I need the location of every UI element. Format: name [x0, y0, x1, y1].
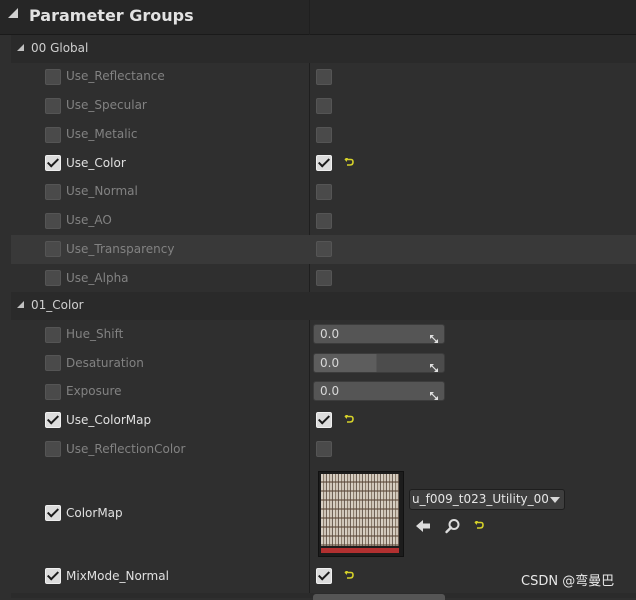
collapse-triangle-icon[interactable] — [8, 8, 18, 18]
override-checkbox[interactable] — [45, 327, 61, 343]
group-label: 01_Color — [31, 298, 84, 312]
resize-grip-icon[interactable] — [429, 386, 439, 400]
param-name: Hue_Shift — [66, 327, 124, 341]
texture-thumbnail[interactable] — [318, 471, 404, 557]
next-number-field-partial[interactable] — [313, 594, 445, 600]
number-value: 0.0 — [320, 384, 340, 398]
value-checkbox[interactable] — [316, 412, 332, 428]
watermark-text: CSDN @弯曼巴 — [521, 574, 615, 589]
resize-grip-icon[interactable] — [429, 358, 439, 372]
override-checkbox[interactable] — [45, 155, 61, 171]
find-in-browser-icon[interactable] — [444, 517, 462, 535]
value-checkbox[interactable] — [316, 241, 332, 257]
dropdown-caret-icon — [550, 497, 560, 503]
param-row-use-reflectioncolor: Use_ReflectionColor — [11, 435, 636, 464]
param-row-use-reflectance: Use_Reflectance — [11, 62, 636, 91]
group-label: 00 Global — [31, 41, 89, 55]
number-value: 0.0 — [320, 356, 340, 370]
param-row-use-ao: Use_AO — [11, 206, 636, 235]
texture-asset-dropdown[interactable]: u_f009_t023_Utility_000 — [409, 489, 565, 510]
param-row-use-colormap: Use_ColorMap — [11, 406, 636, 435]
param-name: Exposure — [66, 384, 122, 398]
param-name: Use_ReflectionColor — [66, 442, 186, 456]
hue-shift-number-field[interactable]: 0.0 — [313, 324, 445, 344]
override-checkbox[interactable] — [45, 384, 61, 400]
expand-triangle-icon[interactable] — [17, 301, 24, 308]
value-checkbox[interactable] — [316, 155, 332, 171]
param-row-use-transparency: Use_Transparency — [11, 235, 636, 264]
param-name: Use_ColorMap — [66, 413, 152, 427]
value-checkbox[interactable] — [316, 127, 332, 143]
param-name: Use_Reflectance — [66, 69, 165, 83]
param-row-use-color: Use_Color — [11, 149, 636, 178]
reset-to-default-icon[interactable] — [344, 571, 354, 580]
value-checkbox[interactable] — [316, 270, 332, 286]
param-name: Use_Metalic — [66, 127, 138, 141]
texture-type-strip — [321, 548, 399, 553]
use-selected-arrow-icon[interactable] — [414, 517, 432, 535]
param-name: Use_Normal — [66, 184, 138, 198]
param-name: Use_Alpha — [66, 271, 129, 285]
texture-preview-pattern — [321, 474, 399, 546]
override-checkbox[interactable] — [45, 69, 61, 85]
group-header-global[interactable]: 00 Global — [11, 35, 636, 63]
reset-to-default-icon[interactable] — [344, 415, 354, 424]
reset-to-default-icon[interactable] — [474, 521, 484, 530]
value-checkbox[interactable] — [316, 184, 332, 200]
texture-asset-name: u_f009_t023_Utility_000 — [412, 492, 548, 506]
override-checkbox[interactable] — [45, 213, 61, 229]
desaturation-number-field[interactable]: 0.0 — [313, 353, 445, 373]
param-row-use-metalic: Use_Metalic — [11, 120, 636, 149]
param-name: Use_AO — [66, 213, 112, 227]
group-header-color[interactable]: 01_Color — [11, 292, 636, 320]
param-name: Use_Color — [66, 156, 126, 170]
param-name: Use_Specular — [66, 98, 147, 112]
param-row-use-alpha: Use_Alpha — [11, 264, 636, 293]
override-checkbox[interactable] — [45, 270, 61, 286]
param-name: MixMode_Normal — [66, 569, 169, 583]
value-checkbox[interactable] — [316, 213, 332, 229]
override-checkbox[interactable] — [45, 568, 61, 584]
value-checkbox[interactable] — [316, 98, 332, 114]
param-name: Desaturation — [66, 356, 144, 370]
param-name: ColorMap — [66, 506, 123, 520]
override-checkbox[interactable] — [45, 412, 61, 428]
panel-title: Parameter Groups — [29, 6, 194, 25]
override-checkbox[interactable] — [45, 505, 61, 521]
number-value: 0.0 — [320, 327, 340, 341]
reset-to-default-icon[interactable] — [344, 158, 354, 167]
override-checkbox[interactable] — [45, 184, 61, 200]
value-checkbox[interactable] — [316, 69, 332, 85]
parameter-groups-header[interactable]: Parameter Groups — [0, 0, 636, 35]
exposure-number-field[interactable]: 0.0 — [313, 381, 445, 401]
param-row-use-specular: Use_Specular — [11, 91, 636, 120]
override-checkbox[interactable] — [45, 98, 61, 114]
override-checkbox[interactable] — [45, 355, 61, 371]
expand-triangle-icon[interactable] — [17, 44, 24, 51]
value-checkbox[interactable] — [316, 568, 332, 584]
value-checkbox[interactable] — [316, 441, 332, 457]
resize-grip-icon[interactable] — [429, 329, 439, 343]
param-name: Use_Transparency — [66, 242, 175, 256]
override-checkbox[interactable] — [45, 241, 61, 257]
override-checkbox[interactable] — [45, 127, 61, 143]
param-row-use-normal: Use_Normal — [11, 177, 636, 206]
override-checkbox[interactable] — [45, 441, 61, 457]
